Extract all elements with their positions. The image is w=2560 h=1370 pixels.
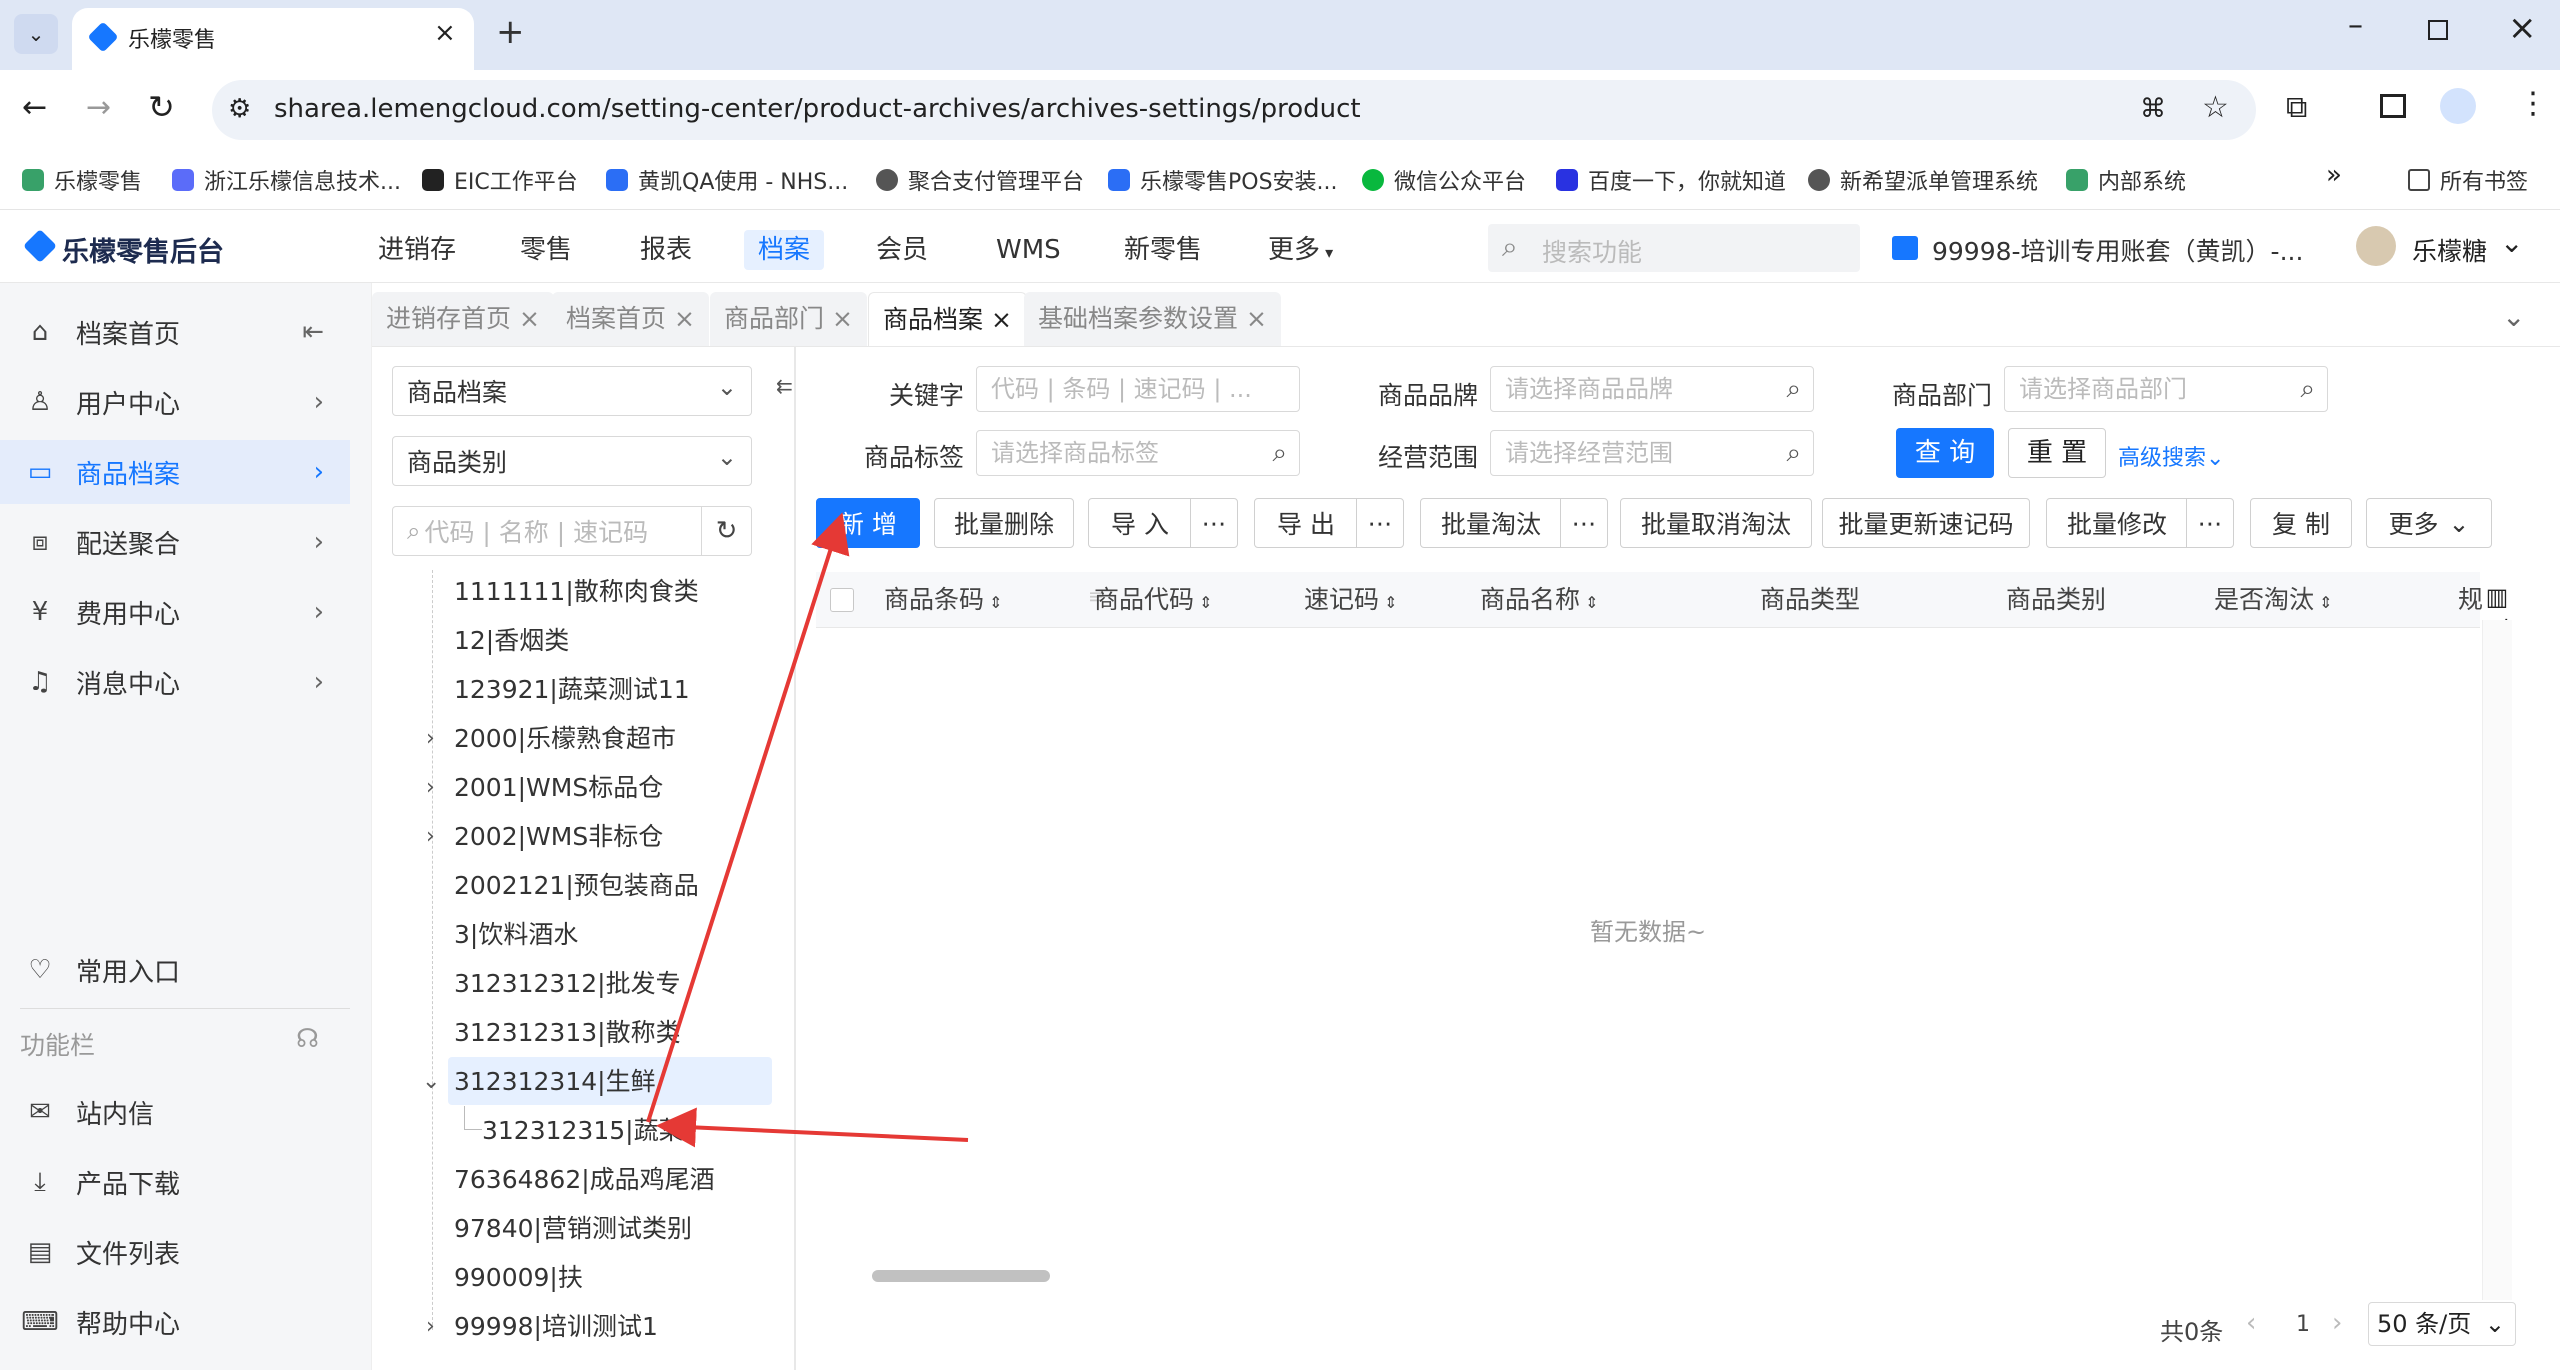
annotation-arrows <box>646 512 969 1148</box>
annotation-arrow-to-vegetable <box>656 1107 969 1148</box>
annotation-arrow-to-add <box>646 512 850 1123</box>
